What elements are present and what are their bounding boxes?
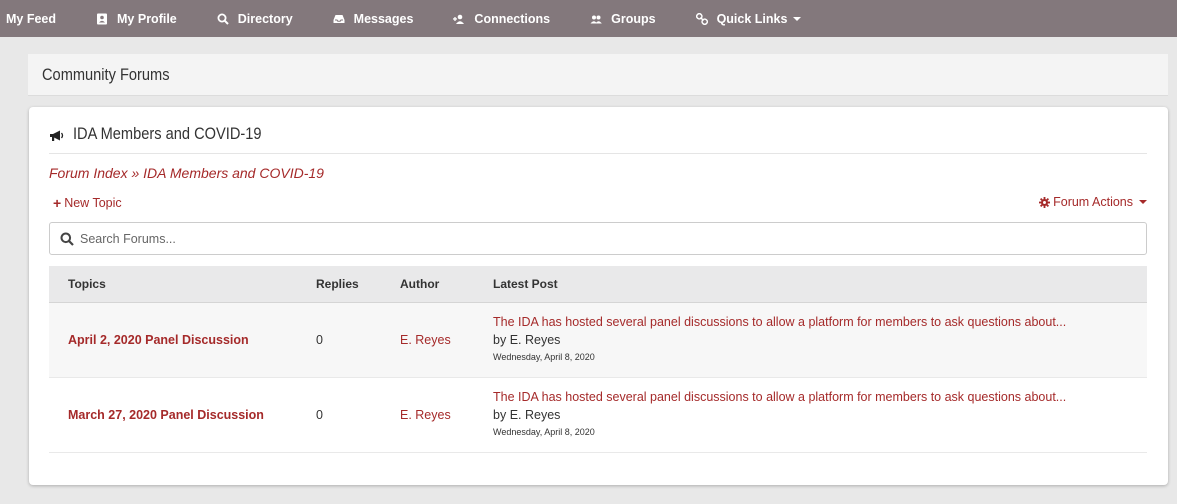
latest-post-byline: by E. Reyes [493, 408, 1133, 422]
byline-author[interactable]: E. Reyes [510, 408, 561, 422]
author-link[interactable]: E. Reyes [400, 408, 451, 422]
nav-groups[interactable]: Groups [570, 0, 675, 37]
nav-connections-label: Connections [474, 11, 551, 26]
inbox-icon [333, 13, 345, 25]
breadcrumb-current[interactable]: IDA Members and COVID-19 [143, 165, 324, 181]
header-latest-post: Latest Post [493, 277, 558, 291]
byline-prefix: by [493, 408, 507, 422]
bullhorn-icon [49, 129, 65, 143]
new-topic-label: New Topic [64, 196, 122, 210]
replies-count: 0 [316, 333, 323, 347]
nav-my-profile-label: My Profile [117, 11, 177, 26]
nav-messages[interactable]: Messages [313, 0, 434, 37]
forum-title-bar: IDA Members and COVID-19 [49, 124, 1147, 154]
topic-link[interactable]: March 27, 2020 Panel Discussion [68, 408, 264, 422]
latest-post-excerpt[interactable]: The IDA has hosted several panel discuss… [493, 315, 1133, 329]
latest-post: The IDA has hosted several panel discuss… [493, 315, 1133, 362]
table-row: March 27, 2020 Panel Discussion 0 E. Rey… [49, 378, 1147, 453]
top-navigation: My Feed My Profile Directory Messages Co… [0, 0, 1177, 37]
nav-directory-label: Directory [237, 11, 293, 26]
nav-quick-links-label: Quick Links [716, 11, 788, 26]
nav-messages-label: Messages [353, 11, 414, 26]
forum-actions-dropdown[interactable]: Forum Actions [1039, 195, 1147, 209]
header-author: Author [400, 277, 440, 291]
chevron-down-icon [793, 16, 802, 21]
nav-my-feed[interactable]: My Feed [0, 0, 76, 37]
users-icon [590, 13, 602, 25]
page-title: Community Forums [42, 64, 170, 84]
topics-table: Topics Replies Author Latest Post April … [49, 266, 1147, 453]
latest-post-date: Wednesday, April 8, 2020 [493, 352, 595, 362]
breadcrumb-forum-index[interactable]: Forum Index [49, 165, 128, 181]
table-header: Topics Replies Author Latest Post [49, 266, 1147, 303]
user-plus-icon [453, 13, 465, 25]
latest-post-date: Wednesday, April 8, 2020 [493, 427, 595, 437]
link-icon [695, 12, 708, 25]
nav-connections[interactable]: Connections [433, 0, 570, 37]
nav-directory[interactable]: Directory [197, 0, 313, 37]
table-row: April 2, 2020 Panel Discussion 0 E. Reye… [49, 303, 1147, 378]
search-forums-input[interactable] [80, 231, 1080, 246]
nav-quick-links[interactable]: Quick Links [676, 0, 822, 37]
nav-groups-label: Groups [611, 11, 656, 26]
nav-my-profile[interactable]: My Profile [76, 0, 197, 37]
new-topic-button[interactable]: + New Topic [53, 195, 122, 211]
forum-card: IDA Members and COVID-19 Forum Index » I… [29, 107, 1168, 485]
page-header: Community Forums [28, 54, 1168, 96]
breadcrumb: Forum Index » IDA Members and COVID-19 [49, 165, 324, 181]
replies-count: 0 [316, 408, 323, 422]
author-link[interactable]: E. Reyes [400, 333, 451, 347]
search-icon [60, 232, 74, 246]
topic-link[interactable]: April 2, 2020 Panel Discussion [68, 333, 249, 347]
breadcrumb-separator: » [131, 165, 144, 181]
latest-post-byline: by E. Reyes [493, 333, 1133, 347]
header-topics: Topics [68, 277, 106, 291]
byline-author[interactable]: E. Reyes [510, 333, 561, 347]
chevron-down-icon [1139, 200, 1147, 204]
latest-post: The IDA has hosted several panel discuss… [493, 390, 1133, 437]
search-icon [217, 13, 229, 25]
header-replies: Replies [316, 277, 359, 291]
forum-actions-label: Forum Actions [1053, 195, 1133, 209]
nav-my-feed-label: My Feed [6, 11, 57, 26]
plus-icon: + [53, 195, 62, 211]
byline-prefix: by [493, 333, 507, 347]
search-forums-box [49, 222, 1147, 255]
latest-post-excerpt[interactable]: The IDA has hosted several panel discuss… [493, 390, 1133, 404]
forum-title: IDA Members and COVID-19 [73, 124, 262, 143]
gear-icon [1039, 196, 1051, 208]
id-card-icon [96, 13, 108, 25]
